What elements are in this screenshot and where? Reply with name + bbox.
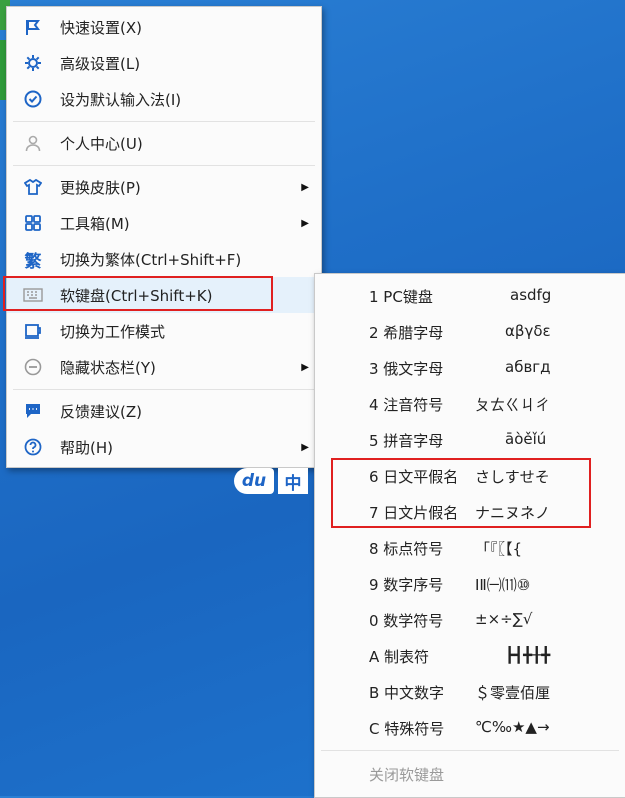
ime-context-menu: 快速设置(X) 高级设置(L) 设为默认输入法(I) 个人中心(U) 更换皮肤(… (6, 6, 322, 468)
menu-item-traditional-chinese[interactable]: 繁 切换为繁体(Ctrl+Shift+F) (7, 241, 321, 277)
softkb-item-label: 1 PC键盘 (369, 288, 433, 306)
softkb-item-label: 5 拼音字母 (369, 432, 444, 450)
softkb-item-label: 3 俄文字母 (369, 360, 444, 378)
menu-item-label: 软键盘(Ctrl+Shift+K) (60, 286, 213, 305)
flag-icon (23, 17, 43, 37)
menu-item-label: 快速设置(X) (60, 18, 142, 37)
softkb-item-preview: ㄆㄊㄍㄐㄔ (475, 396, 551, 414)
softkb-item-label: 7 日文片假名 (369, 504, 459, 522)
menu-item-help[interactable]: 帮助(H) ▶ (7, 429, 321, 465)
softkb-item-label: A 制表符 (369, 648, 430, 666)
menu-item-toolbox[interactable]: 工具箱(M) ▶ (7, 205, 321, 241)
softkb-item-special[interactable]: C 特殊符号 ℃‰★▲→ (315, 710, 625, 746)
softkb-item-close[interactable]: 关闭软键盘 (315, 756, 625, 792)
softkb-item-greek[interactable]: 2 希腊字母 αβγδε (315, 314, 625, 350)
softkb-item-preview: さしすせそ (475, 468, 550, 486)
menu-item-label: 帮助(H) (60, 438, 113, 457)
softkb-item-label: 6 日文平假名 (369, 468, 459, 486)
menu-item-soft-keyboard[interactable]: 软键盘(Ctrl+Shift+K) (7, 277, 321, 313)
softkb-item-number-serial[interactable]: 9 数字序号 ⅠⅡ㈠⑾⑩ (315, 566, 625, 602)
gear-icon (23, 53, 43, 73)
softkb-item-preview: абвгд (505, 358, 551, 376)
keyboard-icon (23, 285, 43, 305)
soft-keyboard-submenu: 1 PC键盘 asdfg 2 希腊字母 αβγδε 3 俄文字母 абвгд 4… (314, 273, 625, 798)
traditional-char-icon: 繁 (24, 251, 42, 272)
softkb-item-label: C 特殊符号 (369, 720, 445, 738)
menu-item-set-default[interactable]: 设为默认输入法(I) (7, 81, 321, 117)
menu-item-personal-center[interactable]: 个人中心(U) (7, 125, 321, 161)
softkb-item-pc[interactable]: 1 PC键盘 asdfg (315, 278, 625, 314)
menu-item-label: 个人中心(U) (60, 134, 143, 153)
menu-item-advanced-settings[interactable]: 高级设置(L) (7, 45, 321, 81)
softkb-item-label: 关闭软键盘 (369, 766, 445, 784)
softkb-item-preview: ⅠⅡ㈠⑾⑩ (475, 576, 531, 594)
softkb-item-zhuyin[interactable]: 4 注音符号 ㄆㄊㄍㄐㄔ (315, 386, 625, 422)
softkb-item-chinese-number[interactable]: B 中文数字 ＄零壹佰厘 (315, 674, 625, 710)
softkb-item-label: 9 数字序号 (369, 576, 444, 594)
menu-divider (13, 121, 315, 122)
menu-item-label: 高级设置(L) (60, 54, 141, 73)
softkb-item-preview: ℃‰★▲→ (475, 718, 550, 736)
softkb-item-katakana[interactable]: 7 日文片假名 ナニヌネノ (315, 494, 625, 530)
softkb-item-preview: ナニヌネノ (475, 504, 551, 522)
softkb-item-preview: ┣┫╋╂╋ (505, 646, 551, 664)
menu-item-hide-statusbar[interactable]: 隐藏状态栏(Y) ▶ (7, 349, 321, 385)
menu-divider (13, 165, 315, 166)
softkb-item-label: B 中文数字 (369, 684, 445, 702)
softkb-item-preview: āòěǐú (505, 430, 547, 448)
ime-status-bar: du 中 (234, 466, 314, 496)
menu-item-feedback[interactable]: 反馈建议(Z) (7, 393, 321, 429)
work-mode-icon (23, 321, 43, 341)
submenu-arrow-icon: ▶ (301, 441, 309, 453)
help-icon (23, 437, 43, 457)
menu-item-label: 切换为繁体(Ctrl+Shift+F) (60, 250, 242, 269)
check-circle-icon (23, 89, 43, 109)
menu-item-label: 工具箱(M) (60, 214, 130, 233)
softkb-item-pinyin[interactable]: 5 拼音字母 āòěǐú (315, 422, 625, 458)
softkb-item-tabs[interactable]: A 制表符 ┣┫╋╂╋ (315, 638, 625, 674)
softkb-item-math[interactable]: 0 数学符号 ±×÷∑√ (315, 602, 625, 638)
menu-item-label: 更换皮肤(P) (60, 178, 141, 197)
softkb-item-preview: ±×÷∑√ (475, 610, 533, 628)
person-icon (23, 133, 43, 153)
grid-icon (23, 213, 43, 233)
softkb-item-label: 4 注音符号 (369, 396, 444, 414)
menu-item-work-mode[interactable]: 切换为工作模式 (7, 313, 321, 349)
submenu-arrow-icon: ▶ (301, 181, 309, 193)
softkb-item-preview: asdfg (510, 286, 552, 304)
menu-divider (13, 389, 315, 390)
menu-item-change-skin[interactable]: 更换皮肤(P) ▶ (7, 169, 321, 205)
menu-item-label: 反馈建议(Z) (60, 402, 142, 421)
menu-item-quick-settings[interactable]: 快速设置(X) (7, 9, 321, 45)
submenu-arrow-icon: ▶ (301, 361, 309, 373)
softkb-item-hiragana[interactable]: 6 日文平假名 さしすせそ (315, 458, 625, 494)
softkb-item-preview: αβγδε (505, 322, 551, 340)
menu-item-label: 切换为工作模式 (60, 322, 166, 341)
ime-mode-toggle[interactable]: 中 (278, 468, 308, 494)
feedback-icon (23, 401, 43, 421)
softkb-item-russian[interactable]: 3 俄文字母 абвгд (315, 350, 625, 386)
softkb-item-preview: 「『〖【{ (475, 540, 523, 558)
minus-circle-icon (23, 357, 43, 377)
ime-logo[interactable]: du (234, 468, 274, 494)
softkb-item-punctuation[interactable]: 8 标点符号 「『〖【{ (315, 530, 625, 566)
softkb-item-preview: ＄零壹佰厘 (475, 684, 551, 702)
menu-divider (321, 750, 619, 751)
menu-item-label: 隐藏状态栏(Y) (60, 358, 156, 377)
softkb-item-label: 0 数学符号 (369, 612, 444, 630)
submenu-arrow-icon: ▶ (301, 217, 309, 229)
shirt-icon (23, 177, 43, 197)
softkb-item-label: 8 标点符号 (369, 540, 444, 558)
menu-item-label: 设为默认输入法(I) (60, 90, 182, 109)
softkb-item-label: 2 希腊字母 (369, 324, 444, 342)
